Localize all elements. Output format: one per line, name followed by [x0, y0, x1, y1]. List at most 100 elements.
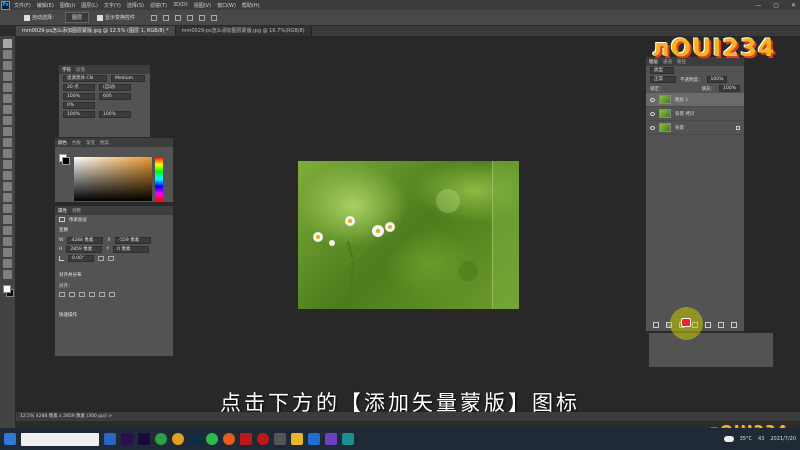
move-tool-icon[interactable]: [3, 39, 12, 48]
menu-select[interactable]: 选择(S): [127, 2, 144, 9]
tab-color[interactable]: 颜色: [58, 140, 67, 146]
width-field[interactable]: 4288 像素: [67, 237, 104, 244]
chrome-icon[interactable]: [172, 433, 184, 445]
crop-tool-icon[interactable]: [3, 83, 12, 92]
menu-view[interactable]: 视图(V): [194, 2, 211, 9]
canvas-image[interactable]: [298, 161, 519, 309]
trash-icon[interactable]: [731, 322, 737, 328]
close-button[interactable]: ✕: [791, 2, 796, 9]
angle-field[interactable]: 0.00°: [68, 255, 94, 262]
foreground-color-swatch[interactable]: [3, 285, 11, 293]
menu-layer[interactable]: 图层(L): [81, 2, 98, 9]
hand-tool-icon[interactable]: [3, 248, 12, 257]
color-swatch-bg-icon[interactable]: [62, 157, 70, 165]
align-center-icon[interactable]: [163, 14, 170, 21]
lock-icon[interactable]: [736, 125, 740, 130]
align-left-icon[interactable]: [151, 14, 158, 21]
font-style-select[interactable]: Medium: [111, 75, 145, 82]
document-tab-2[interactable]: mm0029-ps怎么添加图层蒙版.jpg @ 16.7%(RGB/8): [175, 26, 312, 36]
premiere-icon[interactable]: [121, 433, 133, 445]
lasso-tool-icon[interactable]: [3, 61, 12, 70]
quick-select-tool-icon[interactable]: [3, 72, 12, 81]
shape-tool-icon[interactable]: [3, 237, 12, 246]
tab-patterns[interactable]: 图案: [100, 140, 109, 146]
eye-icon[interactable]: [650, 125, 655, 130]
eye-icon[interactable]: [650, 97, 655, 102]
vertical-scale-field[interactable]: 100%: [63, 111, 95, 118]
brush-tool-icon[interactable]: [3, 127, 12, 136]
show-transform-checkbox[interactable]: 显示变换控件: [97, 14, 135, 21]
align-right-icon[interactable]: [79, 292, 85, 297]
kerning-field[interactable]: 100%: [63, 93, 95, 100]
record-icon[interactable]: [257, 433, 269, 445]
align-bottom-icon[interactable]: [211, 14, 218, 21]
folder-icon[interactable]: [705, 322, 711, 328]
align-left-icon[interactable]: [59, 292, 65, 297]
tracking-field[interactable]: 600: [99, 93, 131, 100]
menu-file[interactable]: 文件(F): [14, 2, 31, 9]
document-tab-1[interactable]: mm0029-ps怎么添加图层蒙版.jpg @ 12.5% (图层 1, RGB…: [16, 26, 176, 36]
leading-field[interactable]: (自动): [99, 84, 131, 91]
horizontal-scale-field[interactable]: 100%: [99, 111, 131, 118]
minimize-button[interactable]: —: [755, 2, 761, 9]
new-layer-icon[interactable]: [718, 322, 724, 328]
maximize-button[interactable]: ▢: [773, 2, 779, 9]
tab-character[interactable]: 字符: [62, 67, 71, 73]
quick-actions-title[interactable]: 快速操作: [55, 309, 173, 321]
menu-help[interactable]: 帮助(H): [242, 2, 260, 9]
add-layer-mask-button[interactable]: [681, 318, 691, 327]
after-effects-icon[interactable]: [138, 433, 150, 445]
flip-vertical-icon[interactable]: [108, 256, 114, 261]
blur-tool-icon[interactable]: [3, 182, 12, 191]
align-hcenter-icon[interactable]: [69, 292, 75, 297]
type-tool-icon[interactable]: [3, 215, 12, 224]
folder-icon[interactable]: [291, 433, 303, 445]
wechat-icon[interactable]: [206, 433, 218, 445]
tab-swatches[interactable]: 色板: [72, 140, 81, 146]
app-icon-blue[interactable]: [104, 433, 116, 445]
flip-horizontal-icon[interactable]: [98, 256, 104, 261]
layer-row-3[interactable]: 背景: [646, 121, 744, 135]
more-tools-icon[interactable]: [3, 270, 12, 279]
menu-edit[interactable]: 编辑(E): [37, 2, 54, 9]
tab-properties[interactable]: 属性: [58, 208, 67, 214]
x-field[interactable]: -559 像素: [114, 237, 151, 244]
hue-slider[interactable]: [155, 157, 163, 201]
link-icon[interactable]: [653, 322, 659, 328]
transform-section-title[interactable]: 变换: [55, 224, 173, 236]
weather-icon[interactable]: [723, 436, 734, 442]
clone-stamp-tool-icon[interactable]: [3, 138, 12, 147]
app-icon-blue-2[interactable]: [308, 433, 320, 445]
layer-row-2[interactable]: 背景 拷贝: [646, 107, 744, 121]
align-top-icon[interactable]: [187, 14, 194, 21]
baseline-field[interactable]: 0%: [63, 102, 95, 109]
gradient-tool-icon[interactable]: [3, 171, 12, 180]
auto-select-dropdown[interactable]: 图层: [65, 12, 90, 23]
tab-gradients[interactable]: 渐变: [86, 140, 95, 146]
blend-mode-select[interactable]: 正常: [650, 76, 676, 83]
history-brush-tool-icon[interactable]: [3, 149, 12, 158]
photoshop-icon[interactable]: [189, 433, 201, 445]
align-middle-icon[interactable]: [199, 14, 206, 21]
app-icon-green[interactable]: [155, 433, 167, 445]
align-section-title[interactable]: 对齐并分布: [55, 269, 173, 281]
eye-icon[interactable]: [650, 111, 655, 116]
tab-paragraph[interactable]: 段落: [76, 67, 85, 73]
eraser-tool-icon[interactable]: [3, 160, 12, 169]
menu-window[interactable]: 窗口(W): [217, 2, 236, 9]
path-select-tool-icon[interactable]: [3, 226, 12, 235]
menu-filter[interactable]: 滤镜(T): [150, 2, 167, 9]
layer-kind-filter[interactable]: 类型: [650, 67, 674, 74]
app-icon-orange[interactable]: [223, 433, 235, 445]
fill-field[interactable]: 100%: [719, 85, 740, 92]
y-field[interactable]: 0 像素: [113, 246, 150, 253]
font-family-select[interactable]: 思源黑体 CN: [63, 75, 107, 82]
opacity-field[interactable]: 100%: [706, 76, 728, 83]
marquee-tool-icon[interactable]: [3, 50, 12, 59]
height-field[interactable]: 2859 像素: [66, 246, 103, 253]
auto-select-checkbox[interactable]: 自动选择：: [24, 14, 57, 21]
zoom-tool-icon[interactable]: [3, 259, 12, 268]
healing-brush-tool-icon[interactable]: [3, 116, 12, 125]
dodge-tool-icon[interactable]: [3, 193, 12, 202]
align-vcenter-icon[interactable]: [99, 292, 105, 297]
